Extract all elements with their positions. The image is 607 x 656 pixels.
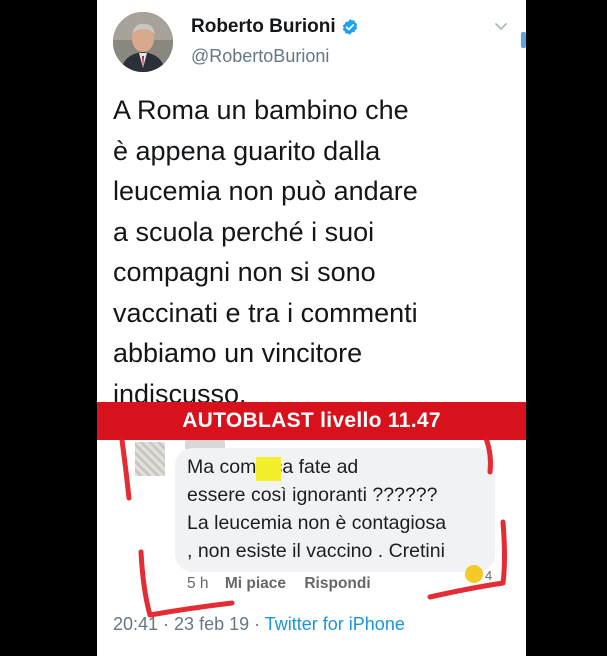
comment-text: Ma come ca fate ad essere così ignoranti… [187, 456, 447, 562]
commenter-avatar [135, 442, 165, 476]
tweet-footer: 20:41 · 23 feb 19 · Twitter for iPhone [113, 614, 405, 635]
verified-badge-icon [342, 19, 357, 35]
like-button[interactable]: Mi piace [225, 575, 286, 592]
comment-actions: 5 h Mi piace Rispondi [187, 575, 385, 593]
tweet-text: A Roma un bambino che è appena guarito d… [113, 95, 418, 409]
source-link[interactable]: Twitter for iPhone [265, 614, 405, 634]
avatar[interactable] [113, 12, 173, 72]
laugh-reaction-icon [465, 565, 483, 583]
comment-time: 5 h [187, 575, 209, 592]
chevron-down-icon[interactable] [493, 18, 509, 34]
censor-block [256, 457, 281, 481]
tweet-card: Roberto Burioni @RobertoBurioni A Roma u… [97, 0, 526, 656]
timestamp[interactable]: 20:41 · 23 feb 19 [113, 614, 249, 634]
reply-button[interactable]: Rispondi [304, 575, 370, 592]
banner: AUTOBLAST livello 11.47 [97, 402, 526, 440]
handle[interactable]: @RobertoBurioni [191, 46, 329, 67]
separator: · [249, 614, 265, 634]
tweet-header: Roberto Burioni @RobertoBurioni [97, 0, 526, 80]
scroll-indicator [521, 32, 526, 48]
reaction-count: 4 [485, 568, 493, 583]
banner-text: AUTOBLAST livello 11.47 [182, 409, 441, 432]
display-name[interactable]: Roberto Burioni [191, 16, 336, 38]
embedded-comment: Ma come ca fate ad essere così ignoranti… [97, 440, 526, 600]
